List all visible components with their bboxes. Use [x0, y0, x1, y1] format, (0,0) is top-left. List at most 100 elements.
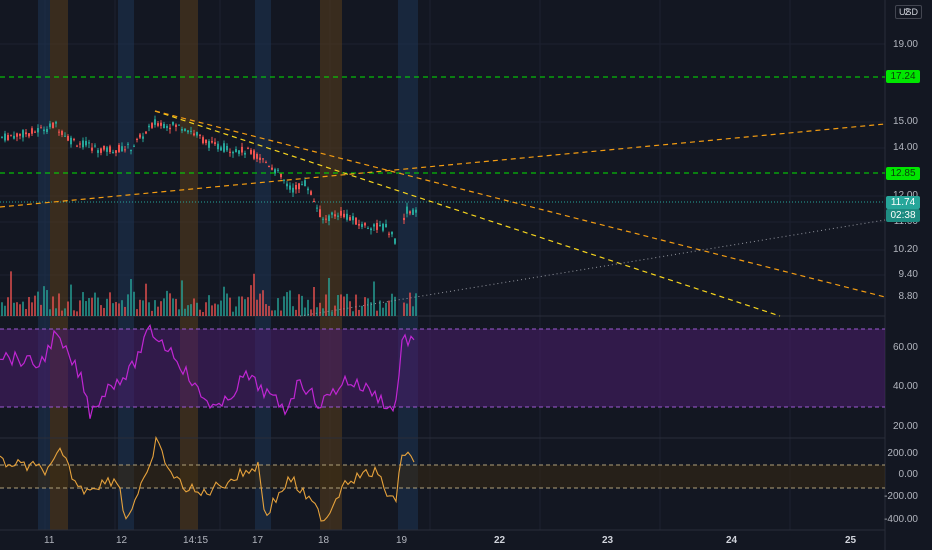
candle-body	[382, 223, 384, 231]
volume-bar	[205, 302, 207, 316]
candle-body	[85, 140, 87, 146]
candle-body	[328, 215, 330, 222]
candle-body	[100, 148, 102, 153]
candle-body	[232, 151, 234, 154]
candle-body	[391, 231, 393, 235]
volume-bar	[229, 297, 231, 316]
time-axis-label: 11	[44, 535, 55, 546]
volume-bar	[22, 301, 24, 316]
volume-bar	[40, 304, 42, 316]
candle-body	[13, 135, 15, 139]
candle-body	[163, 123, 165, 129]
candle-body	[415, 209, 417, 213]
volume-bar	[85, 301, 87, 316]
candle-body	[307, 188, 309, 191]
candle-body	[286, 183, 288, 187]
candle-body	[373, 224, 375, 227]
candle-body	[403, 217, 405, 221]
volume-bar	[19, 304, 21, 316]
volume-bar	[37, 291, 39, 316]
volume-bar	[178, 309, 180, 316]
volume-bar	[88, 298, 90, 316]
candle-body	[244, 152, 246, 155]
volume-bar	[100, 305, 102, 316]
candle-body	[169, 127, 171, 130]
volume-bar	[115, 301, 117, 316]
volume-bar	[331, 311, 333, 316]
volume-bar	[217, 304, 219, 316]
volume-bar	[274, 310, 276, 316]
volume-bar	[148, 302, 150, 316]
candle-body	[193, 133, 195, 136]
volume-bar	[361, 305, 363, 316]
volume-bar	[97, 297, 99, 316]
volume-bar	[124, 306, 126, 316]
volume-bar	[16, 302, 18, 316]
volume-bar	[196, 302, 198, 316]
volume-bar	[154, 300, 156, 316]
candle-body	[94, 145, 96, 147]
candle-body	[199, 134, 201, 136]
candle-body	[70, 137, 72, 145]
volume-bar	[250, 285, 252, 316]
session-band	[398, 0, 418, 530]
candle-body	[370, 228, 372, 231]
session-highlights	[38, 0, 418, 530]
volume-bar	[280, 310, 282, 316]
candle-body	[187, 130, 189, 133]
volume-bar	[271, 310, 273, 316]
volume-bar	[262, 290, 264, 316]
candle-body	[331, 212, 333, 215]
price-axis-label: 9.40	[898, 269, 918, 280]
candle-body	[388, 233, 390, 235]
volume-bar	[253, 273, 255, 316]
volume-bar	[307, 299, 309, 316]
volume-bar	[268, 305, 270, 316]
volume-bar	[61, 310, 63, 316]
candle-body	[265, 162, 267, 164]
volume-bar	[403, 302, 405, 316]
candle-body	[409, 211, 411, 214]
candle-body	[208, 141, 210, 148]
candle-body	[310, 191, 312, 195]
candle-body	[295, 184, 297, 190]
candle-body	[64, 135, 66, 137]
volume-bar	[25, 309, 27, 316]
last-price-tag: 11.74	[886, 196, 920, 209]
candle-body	[259, 157, 261, 160]
volume-bar	[193, 298, 195, 316]
volume-bar	[334, 305, 336, 316]
candle-body	[340, 210, 342, 216]
candle-body	[406, 206, 408, 214]
volume-bar	[319, 302, 321, 316]
volume-bar	[346, 293, 348, 316]
candle-body	[349, 217, 351, 221]
candle-body	[106, 147, 108, 152]
volume-bar	[112, 303, 114, 316]
time-axis-label: 18	[318, 535, 330, 546]
time-axis-label: 12	[116, 535, 128, 546]
candle-body	[139, 134, 141, 138]
candle-body	[61, 131, 63, 135]
volume-bar	[247, 297, 249, 316]
volume-bar	[55, 308, 57, 316]
candle-body	[175, 124, 177, 127]
price-chart-canvas[interactable]	[0, 0, 932, 550]
candle-body	[301, 184, 303, 186]
candle-body	[394, 238, 396, 244]
volume-bar	[238, 296, 240, 316]
candle-body	[379, 224, 381, 226]
session-band	[255, 0, 271, 530]
candle-body	[364, 223, 366, 226]
volume-bar	[211, 305, 213, 316]
candle-body	[412, 209, 414, 215]
candle-body	[376, 222, 378, 230]
volume-bar	[58, 293, 60, 316]
volume-bar	[133, 291, 135, 316]
candle-body	[271, 167, 273, 170]
candle-body	[238, 150, 240, 154]
volume-bar	[145, 283, 147, 316]
candle-body	[325, 218, 327, 220]
time-axis-label: 22	[494, 535, 506, 546]
candle-body	[250, 149, 252, 154]
